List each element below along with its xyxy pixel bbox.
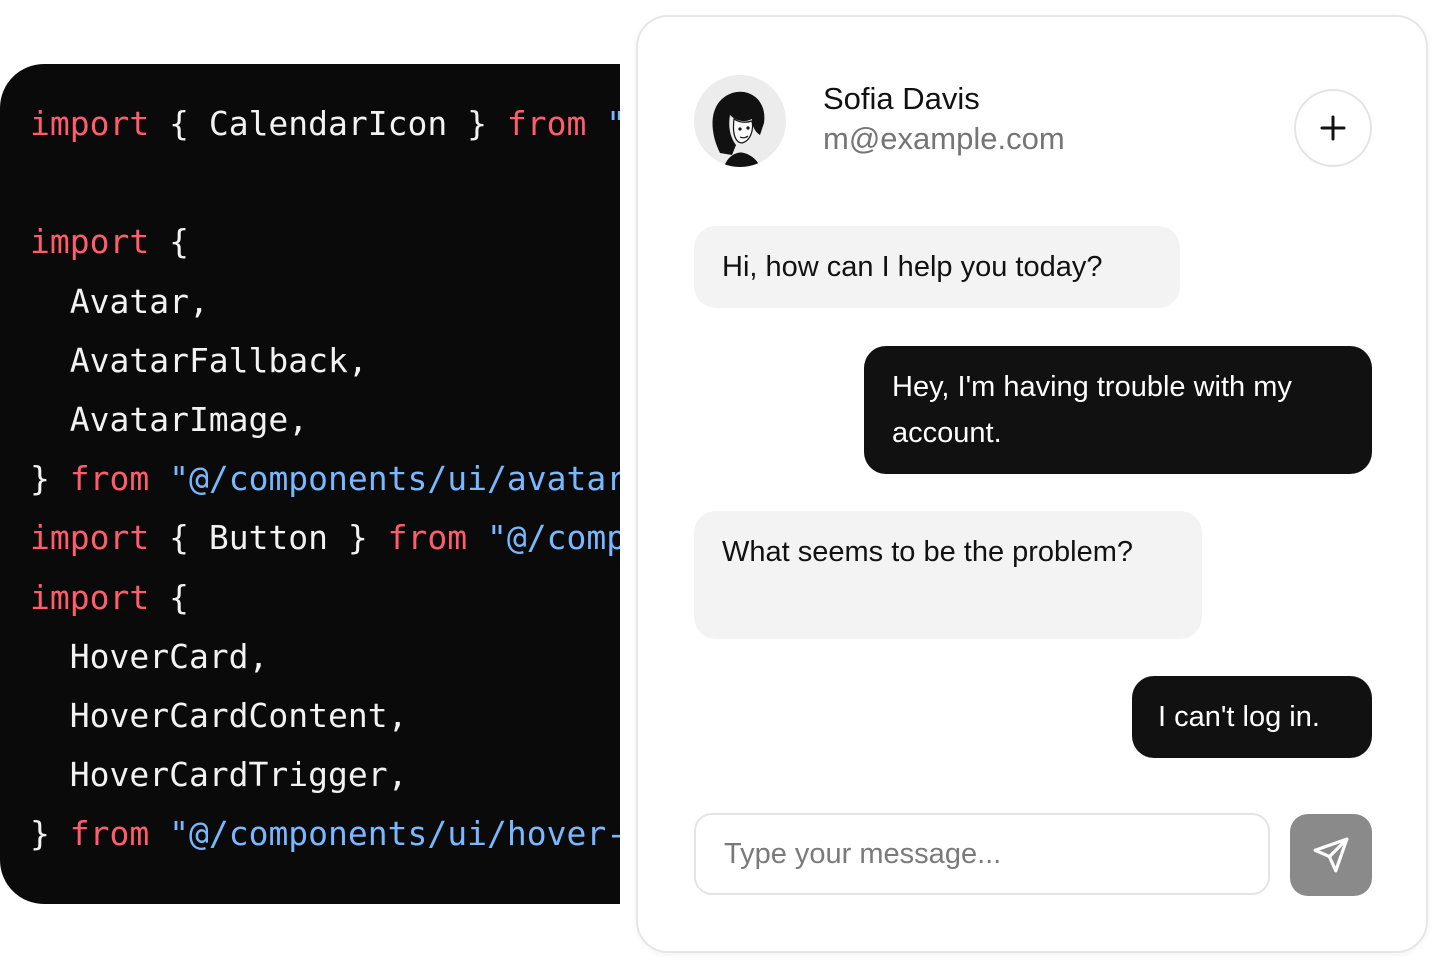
message-agent: Hi, how can I help you today? <box>694 226 1180 308</box>
code-token: "@/components/ui/button" <box>487 518 620 558</box>
code-line: Avatar, <box>30 272 620 331</box>
code-token: HoverCardContent, <box>30 695 408 735</box>
code-token: AvatarFallback, <box>30 340 368 380</box>
code-token: import <box>30 222 150 262</box>
code-token: HoverCardTrigger, <box>30 755 408 795</box>
code-token: { <box>149 518 209 558</box>
stage: import { CalendarIcon } from "@/componen… <box>0 0 1444 968</box>
message-user: I can't log in. <box>1132 676 1372 758</box>
code-panel: import { CalendarIcon } from "@/componen… <box>0 64 620 904</box>
message-user: Hey, I'm having trouble with my account. <box>864 346 1372 474</box>
code-token: import <box>30 577 150 617</box>
chat-header: Sofia Davis m@example.com <box>694 75 1372 171</box>
code-line: HoverCardTrigger, <box>30 745 620 804</box>
code-token: { <box>149 577 189 617</box>
code-token: } <box>30 459 70 499</box>
avatar-image-icon <box>694 75 786 167</box>
code-token: } <box>328 518 388 558</box>
user-email: m@example.com <box>823 121 1065 156</box>
code-token: from <box>69 814 150 854</box>
code-token: from <box>387 518 468 558</box>
message-agent: What seems to be the problem? <box>694 511 1202 639</box>
send-icon <box>1313 837 1349 873</box>
code-token: Button <box>208 518 329 558</box>
code-line: } from "@/components/ui/hover-card" <box>30 804 620 863</box>
send-button[interactable] <box>1290 814 1372 896</box>
code-token: } <box>30 814 70 854</box>
code-token: "@/components/ui/calendar-icon" <box>586 104 620 143</box>
code-token: HoverCard, <box>30 636 269 676</box>
code-token: } <box>447 104 507 143</box>
plus-icon <box>1320 115 1346 141</box>
message-input[interactable] <box>694 813 1270 895</box>
code-token: Avatar, <box>30 281 209 321</box>
code-block: import { CalendarIcon } from "@/componen… <box>30 94 620 863</box>
code-token: AvatarImage, <box>30 399 309 439</box>
code-token: import <box>30 518 150 558</box>
code-line: AvatarImage, <box>30 390 620 449</box>
code-line: } from "@/components/ui/avatar" <box>30 449 620 508</box>
code-token: from <box>506 104 587 143</box>
code-token: from <box>69 459 150 499</box>
code-line: AvatarFallback, <box>30 331 620 390</box>
code-token: import <box>30 104 150 143</box>
code-token: { <box>149 222 189 262</box>
user-name: Sofia Davis <box>823 81 980 116</box>
code-line: HoverCardContent, <box>30 686 620 745</box>
add-button[interactable] <box>1294 89 1372 167</box>
code-token: { <box>149 104 209 143</box>
avatar[interactable] <box>694 75 786 167</box>
code-line: HoverCard, <box>30 627 620 686</box>
code-token: "@/components/ui/avatar" <box>149 459 620 499</box>
code-line: import { Button } from "@/components/ui/… <box>30 508 620 567</box>
code-line: import { <box>30 568 620 627</box>
code-token: "@/components/ui/hover-card" <box>169 814 620 854</box>
chat-card: Sofia Davis m@example.com Hi, how can I … <box>636 15 1428 953</box>
code-line: import { <box>30 212 620 271</box>
code-token: CalendarIcon <box>208 104 448 143</box>
code-line: import { CalendarIcon } from "@/componen… <box>30 94 620 153</box>
